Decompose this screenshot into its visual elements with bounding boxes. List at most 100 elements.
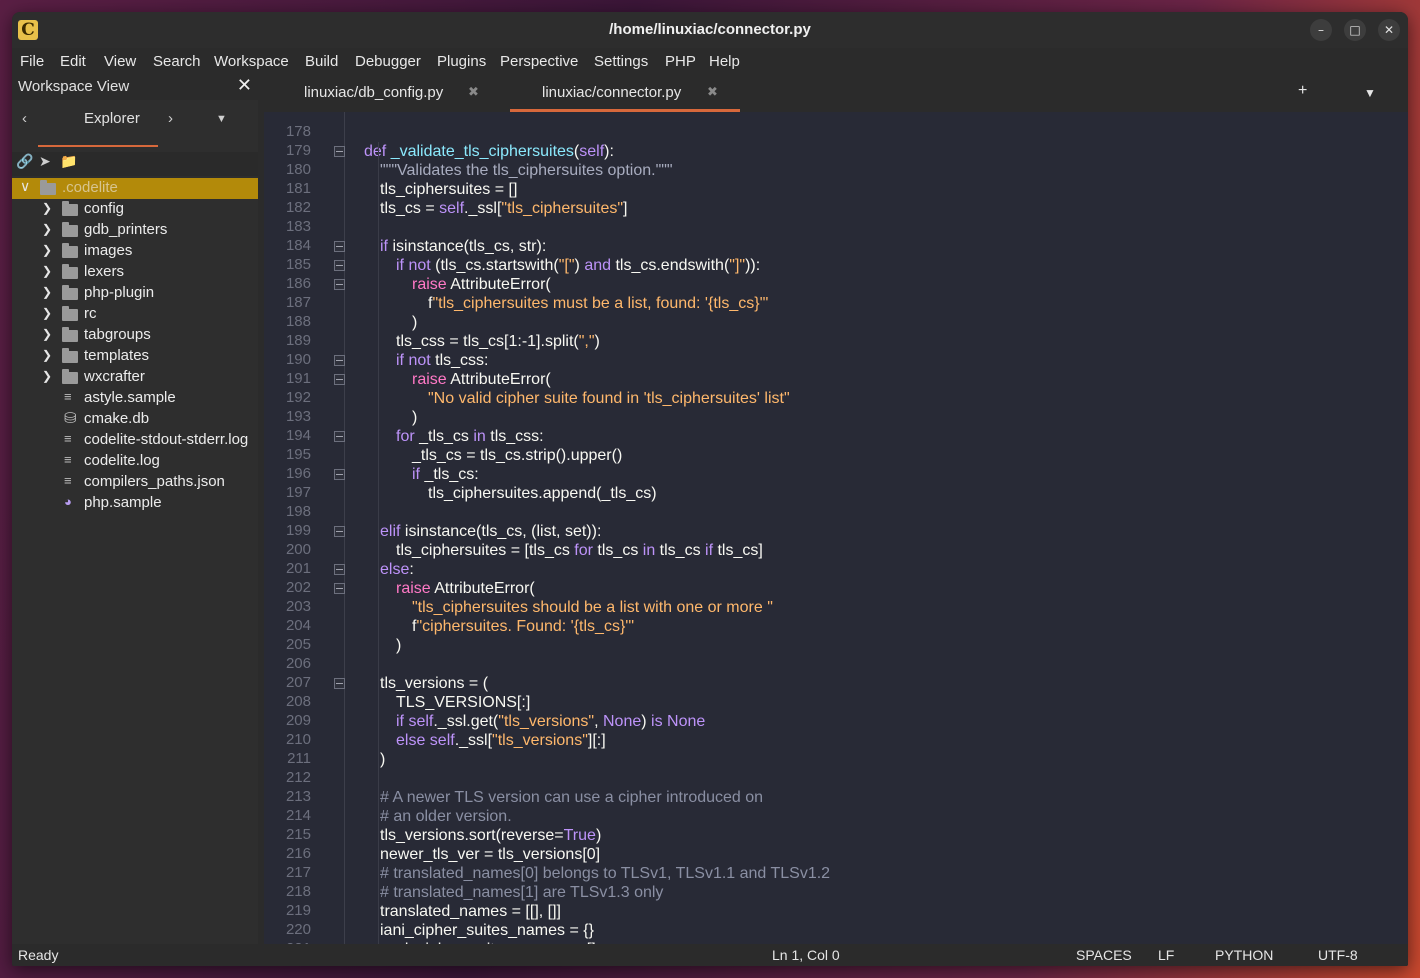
tree-item[interactable]: ❯ tabgroups (12, 325, 258, 346)
fold-toggle-icon[interactable] (334, 526, 345, 537)
menu-settings[interactable]: Settings (594, 53, 648, 70)
chevron-right-icon[interactable]: ❯ (42, 201, 52, 215)
code-editor[interactable]: 178 179 def _validate_tls_ciphersuites(sel… (264, 112, 1408, 944)
line-number: 205 (285, 636, 311, 653)
line-number: 197 (285, 484, 311, 501)
tree-item[interactable]: ≡ compilers_paths.json (12, 472, 258, 493)
tree-item[interactable]: ❯ rc (12, 304, 258, 325)
folder-icon (62, 201, 78, 216)
chevron-right-icon[interactable]: ❯ (42, 327, 52, 341)
tree-item[interactable]: ⛁ cmake.db (12, 409, 258, 430)
fold-toggle-icon[interactable] (334, 374, 345, 385)
fold-toggle-icon[interactable] (334, 355, 345, 366)
code-text: else self._ssl["tls_versions"][:] (396, 732, 606, 749)
tab-list-chevron-down-icon[interactable]: ▼ (1364, 86, 1376, 100)
close-window-button[interactable]: ✕ (1378, 19, 1400, 41)
tree-item-label: php.sample (84, 494, 162, 511)
file-encoding[interactable]: UTF-8 (1318, 947, 1358, 963)
fold-toggle-icon[interactable] (334, 146, 345, 157)
fold-toggle-icon[interactable] (334, 678, 345, 689)
chevron-down-icon[interactable]: ∨ (20, 178, 30, 195)
tree-item[interactable]: ❯ images (12, 241, 258, 262)
code-text: # A newer TLS version can use a cipher i… (380, 789, 764, 806)
menu-workspace[interactable]: Workspace (214, 53, 289, 70)
file-language[interactable]: PYTHON (1215, 947, 1273, 963)
line-number: 179 (285, 142, 311, 159)
chevron-left-icon[interactable]: ‹ (22, 110, 27, 127)
tab-db-config[interactable]: linuxiac/db_config.py (304, 84, 443, 101)
chevron-right-icon[interactable]: ❯ (42, 348, 52, 362)
cursor-position[interactable]: Ln 1, Col 0 (772, 947, 840, 963)
fold-toggle-icon[interactable] (334, 241, 345, 252)
menu-debugger[interactable]: Debugger (355, 53, 421, 70)
line-number: 201 (285, 560, 311, 577)
menu-edit[interactable]: Edit (60, 53, 86, 70)
menu-plugins[interactable]: Plugins (437, 53, 486, 70)
line-number: 203 (285, 598, 311, 615)
chevron-right-icon[interactable]: ❯ (42, 243, 52, 257)
fold-toggle-icon[interactable] (334, 469, 345, 480)
tree-item-label: tabgroups (84, 326, 151, 343)
close-tab-icon[interactable]: ✖ (468, 84, 479, 100)
menu-help[interactable]: Help (709, 53, 740, 70)
chevron-right-icon[interactable]: › (168, 110, 173, 127)
link-editor-icon[interactable]: 🔗 (16, 154, 33, 170)
close-panel-icon[interactable]: ✕ (237, 75, 252, 96)
chevron-right-icon[interactable]: ❯ (42, 306, 52, 320)
menu-search[interactable]: Search (153, 53, 201, 70)
tree-item[interactable]: ❯ wxcrafter (12, 367, 258, 388)
folder-icon[interactable]: 📁 (60, 154, 77, 170)
menu-build[interactable]: Build (305, 53, 338, 70)
line-ending[interactable]: LF (1158, 947, 1174, 963)
line-number: 194 (285, 427, 311, 444)
fold-toggle-icon[interactable] (334, 564, 345, 575)
tree-item-label: wxcrafter (84, 368, 145, 385)
code-line: 220 iani_cipher_suites_names = {} (264, 921, 1408, 940)
tab-connector[interactable]: linuxiac/connector.py (542, 84, 681, 101)
line-number: 198 (285, 503, 311, 520)
tree-item[interactable]: ◕ php.sample (12, 493, 258, 514)
code-text: # translated_names[0] belongs to TLSv1, … (380, 865, 831, 882)
maximize-button[interactable]: □ (1344, 19, 1366, 41)
tree-item[interactable]: ❯ gdb_printers (12, 220, 258, 241)
chevron-right-icon[interactable]: ❯ (42, 264, 52, 278)
menu-view[interactable]: View (104, 53, 136, 70)
fold-toggle-icon[interactable] (334, 260, 345, 271)
code-text: tls_versions = ( (380, 675, 489, 692)
file-text-icon: ≡ (64, 452, 72, 467)
chevron-right-icon[interactable]: ❯ (42, 285, 52, 299)
tree-item[interactable]: ❯ templates (12, 346, 258, 367)
menu-file[interactable]: File (20, 53, 44, 70)
send-icon[interactable]: ➤ (39, 154, 51, 170)
tree-item[interactable]: ≡ astyle.sample (12, 388, 258, 409)
fold-toggle-icon[interactable] (334, 279, 345, 290)
minimize-button[interactable]: – (1310, 19, 1332, 41)
fold-toggle-icon[interactable] (334, 431, 345, 442)
folder-icon (62, 222, 78, 237)
tree-item[interactable]: ❯ lexers (12, 262, 258, 283)
php-file-icon: ◕ (64, 494, 72, 509)
fold-toggle-icon[interactable] (334, 583, 345, 594)
code-line: 196 if _tls_cs: (264, 465, 1408, 484)
line-number: 204 (285, 617, 311, 634)
line-number: 188 (285, 313, 311, 330)
tree-item[interactable]: ≡ codelite.log (12, 451, 258, 472)
indentation-mode[interactable]: SPACES (1076, 947, 1132, 963)
tree-item[interactable]: ❯ php-plugin (12, 283, 258, 304)
close-tab-icon[interactable]: ✖ (707, 84, 718, 100)
code-text: # translated_names[1] are TLSv1.3 only (380, 884, 664, 901)
code-text: raise AttributeError( (412, 371, 551, 388)
chevron-right-icon[interactable]: ❯ (42, 369, 52, 383)
tree-item[interactable]: ∨ .codelite (12, 178, 258, 199)
new-tab-icon[interactable]: + (1298, 82, 1307, 100)
tree-item[interactable]: ≡ codelite-stdout-stderr.log (12, 430, 258, 451)
tab-explorer[interactable]: Explorer (84, 110, 140, 127)
line-number: 180 (285, 161, 311, 178)
code-text: ) (396, 637, 402, 654)
chevron-down-icon[interactable]: ▼ (216, 113, 227, 125)
menu-php[interactable]: PHP (665, 53, 696, 70)
line-number: 200 (285, 541, 311, 558)
menu-perspective[interactable]: Perspective (500, 53, 578, 70)
tree-item[interactable]: ❯ config (12, 199, 258, 220)
chevron-right-icon[interactable]: ❯ (42, 222, 52, 236)
